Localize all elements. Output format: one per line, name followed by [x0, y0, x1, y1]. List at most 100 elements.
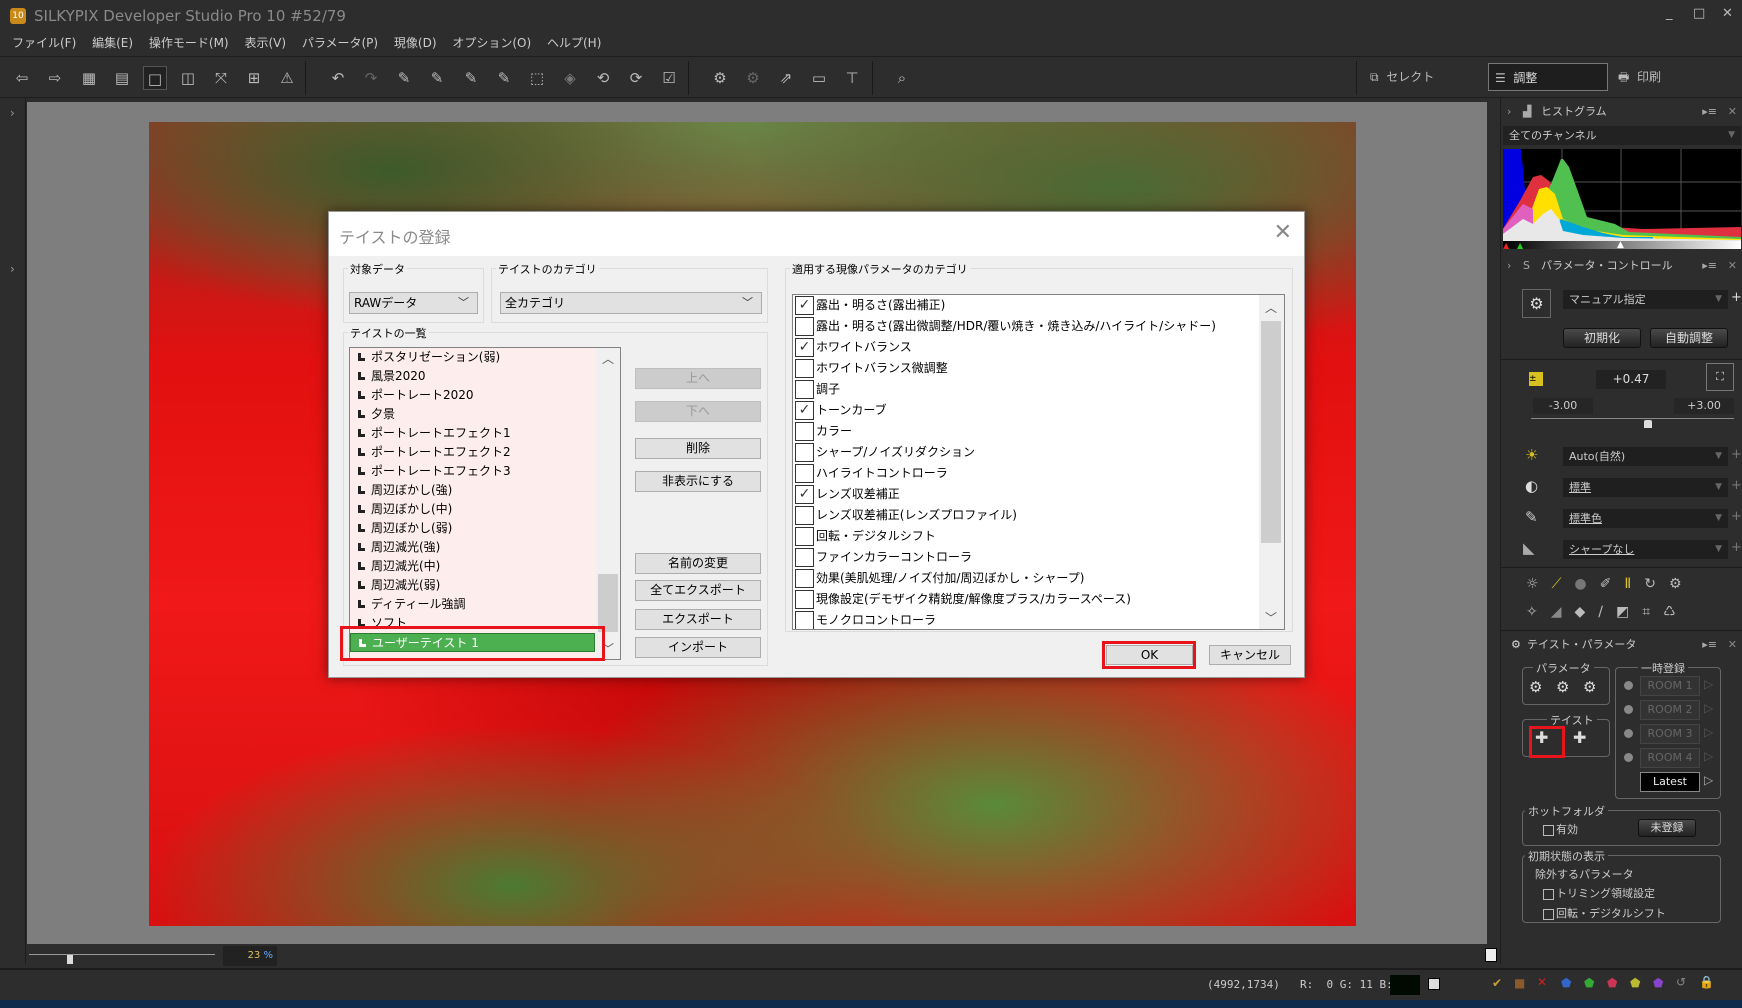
param-category-item[interactable]: カラー [793, 421, 1259, 442]
warning-icon[interactable]: ⚠ [275, 66, 299, 90]
brush-tool-icon[interactable]: ∕ [1598, 604, 1616, 620]
import-button[interactable]: インポート [635, 637, 761, 658]
blue-tag-icon[interactable]: ⬟ [1561, 976, 1571, 990]
red-tag-icon[interactable]: ⬟ [1607, 976, 1617, 990]
exposure-value[interactable]: +0.47 [1596, 370, 1666, 389]
tone-curve-tool-icon[interactable]: ⟋ [1552, 576, 1575, 592]
taste-list-item[interactable]: 風景2020 [350, 367, 597, 386]
scroll-down-icon[interactable]: ﹀ [1265, 609, 1277, 626]
taste-list-item[interactable]: ポートレートエフェクト1 [350, 424, 597, 443]
param-category-item[interactable]: レンズ収差補正(レンズプロファイル) [793, 505, 1259, 526]
tool-icon[interactable]: ⊤ [840, 66, 864, 90]
reject-mark-icon[interactable]: ✕ [1537, 975, 1547, 989]
param-category-item[interactable]: 効果(美肌処理/ノイズ付加/周辺ぼかし・シャープ) [793, 568, 1259, 589]
menu-parameter[interactable]: パラメータ(P) [302, 32, 378, 54]
taste-list-item[interactable]: 周辺ぼかし(強) [350, 481, 597, 500]
taste-list-item[interactable]: ポスタリゼーション(弱) [350, 348, 597, 367]
param-checkbox[interactable] [795, 317, 814, 336]
pipette-icon[interactable]: ✎ [392, 66, 416, 90]
taste-list-item[interactable]: 周辺減光(強) [350, 538, 597, 557]
param-checkbox[interactable] [795, 443, 814, 462]
param-checkbox[interactable] [795, 548, 814, 567]
gear-icon[interactable]: ⚙ [1522, 289, 1551, 318]
gray-pipette-icon[interactable]: ✎ [425, 66, 449, 90]
panel-menu-icon[interactable]: ▸≡ [1702, 633, 1717, 657]
param-checkbox[interactable]: ✓ [795, 485, 814, 504]
param-checkbox[interactable] [795, 464, 814, 483]
purple-tag-icon[interactable]: ⬟ [1653, 976, 1663, 990]
exposure-slider-handle[interactable] [1644, 420, 1653, 428]
param-category-item[interactable]: シャープ/ノイズリダクション [793, 442, 1259, 463]
expand-left-icon[interactable]: › [10, 262, 15, 276]
auto-adjust-button[interactable]: 自動調整 [1650, 328, 1728, 348]
taste-list-item[interactable]: 周辺ぼかし(弱) [350, 519, 597, 538]
param-checkbox[interactable] [795, 611, 814, 629]
monitor-icon[interactable]: ▭ [807, 66, 831, 90]
move-up-button[interactable]: 上へ [635, 368, 761, 389]
film-pipette-icon[interactable]: ✎ [492, 66, 516, 90]
play-icon[interactable]: ▷ [1704, 677, 1713, 691]
taste-list-item[interactable]: 周辺減光(中) [350, 557, 597, 576]
taste-list-item[interactable]: 周辺減光(弱) [350, 576, 597, 595]
highlight-tool-icon[interactable]: Ⅱ [1624, 576, 1644, 592]
param-category-item[interactable]: ✓ トーンカーブ [793, 400, 1259, 421]
gradient-tool-icon[interactable]: ◢ [1551, 604, 1575, 620]
target-data-select[interactable]: RAWデータ ﹀ [349, 292, 478, 314]
room-4-button[interactable]: ROOM 4 [1640, 748, 1700, 768]
taste-category-select[interactable]: 全カテゴリ ﹀ [500, 292, 762, 314]
param-category-item[interactable]: ファインカラーコントローラ [793, 547, 1259, 568]
collapse-icon[interactable]: › [1507, 254, 1511, 278]
add-icon[interactable]: + [1731, 540, 1742, 555]
menu-option[interactable]: オプション(O) [452, 32, 531, 54]
exposure-max[interactable]: +3.00 [1674, 398, 1734, 414]
param-checkbox[interactable] [795, 590, 814, 609]
single-view-icon[interactable]: □ [143, 66, 167, 90]
brightness-tool-icon[interactable]: ☼ [1526, 576, 1552, 592]
delete-button[interactable]: 削除 [635, 438, 761, 459]
param-list-scrollbar[interactable]: ︿ ﹀ [1259, 295, 1284, 629]
panel-close-icon[interactable]: ✕ [1728, 633, 1737, 657]
param-category-list[interactable]: ✓ 露出・明るさ(露出補正) 露出・明るさ(露出微調整/HDR/覆い焼き・焼き込み/… [792, 294, 1285, 630]
param-category-item[interactable]: ホワイトバランス微調整 [793, 358, 1259, 379]
fullscreen-icon[interactable]: ⤧ [209, 66, 233, 90]
gamut-icon[interactable] [1428, 978, 1440, 990]
zoom-slider-handle[interactable] [67, 955, 73, 964]
add-preset-icon[interactable]: + [1731, 290, 1742, 305]
param-category-item[interactable]: 調子 [793, 379, 1259, 400]
taste-list-item[interactable]: 周辺ぼかし(中) [350, 500, 597, 519]
minimize-button[interactable]: _ [1666, 6, 1673, 21]
mode-adjust-button[interactable]: ☰ 調整 [1488, 63, 1608, 91]
edit-taste-icon[interactable]: ✚ [1573, 728, 1586, 747]
taste-list-item[interactable]: ポートレートエフェクト2 [350, 443, 597, 462]
play-icon[interactable]: ▷ [1704, 773, 1713, 787]
viewer-scrollbar[interactable] [1487, 102, 1499, 944]
rotate-right-icon[interactable]: ⟳ [624, 66, 648, 90]
grid-icon[interactable]: ⊞ [242, 66, 266, 90]
room-1-button[interactable]: ROOM 1 [1640, 676, 1700, 696]
auto-exposure-icon[interactable]: ⛶ [1706, 363, 1734, 391]
revert-param-icon[interactable]: ⚙ [1583, 678, 1596, 696]
fish-eye-tool-icon[interactable]: ◆ [1575, 604, 1599, 620]
scroll-up-icon[interactable]: ︿ [1265, 299, 1277, 316]
taste-list-scrollbar[interactable]: ︿ ﹀ [596, 348, 620, 659]
exposure-min[interactable]: -3.00 [1533, 398, 1593, 414]
shadow-clip-marker[interactable]: ▲ [1503, 241, 1509, 250]
color-select[interactable]: 標準色 ▼ [1563, 509, 1728, 528]
multi-gear-icon[interactable]: ⚙ [1669, 576, 1695, 592]
rotate-left-icon[interactable]: ⟲ [591, 66, 615, 90]
color-tool-icon[interactable]: ● [1574, 576, 1599, 592]
room-3-button[interactable]: ROOM 3 [1640, 724, 1700, 744]
export-icon[interactable]: ⇗ [774, 66, 798, 90]
hide-button[interactable]: 非表示にする [635, 471, 761, 492]
param-checkbox[interactable]: ✓ [795, 338, 814, 357]
param-checkbox[interactable] [795, 569, 814, 588]
param-category-item[interactable]: 現像設定(デモザイク精鋭度/解像度プラス/カラースペース) [793, 589, 1259, 610]
add-icon[interactable]: + [1731, 478, 1742, 493]
exposure-slider[interactable] [1531, 418, 1734, 419]
panel-menu-icon[interactable]: ▸≡ [1702, 254, 1717, 278]
save-param-icon[interactable]: ⚙ [1529, 678, 1542, 696]
add-icon[interactable]: + [1731, 509, 1742, 524]
mode-print-button[interactable]: 🖶 印刷 [1618, 63, 1661, 91]
zoom-search-icon[interactable]: ⌕ [890, 66, 914, 90]
param-checkbox[interactable] [795, 380, 814, 399]
